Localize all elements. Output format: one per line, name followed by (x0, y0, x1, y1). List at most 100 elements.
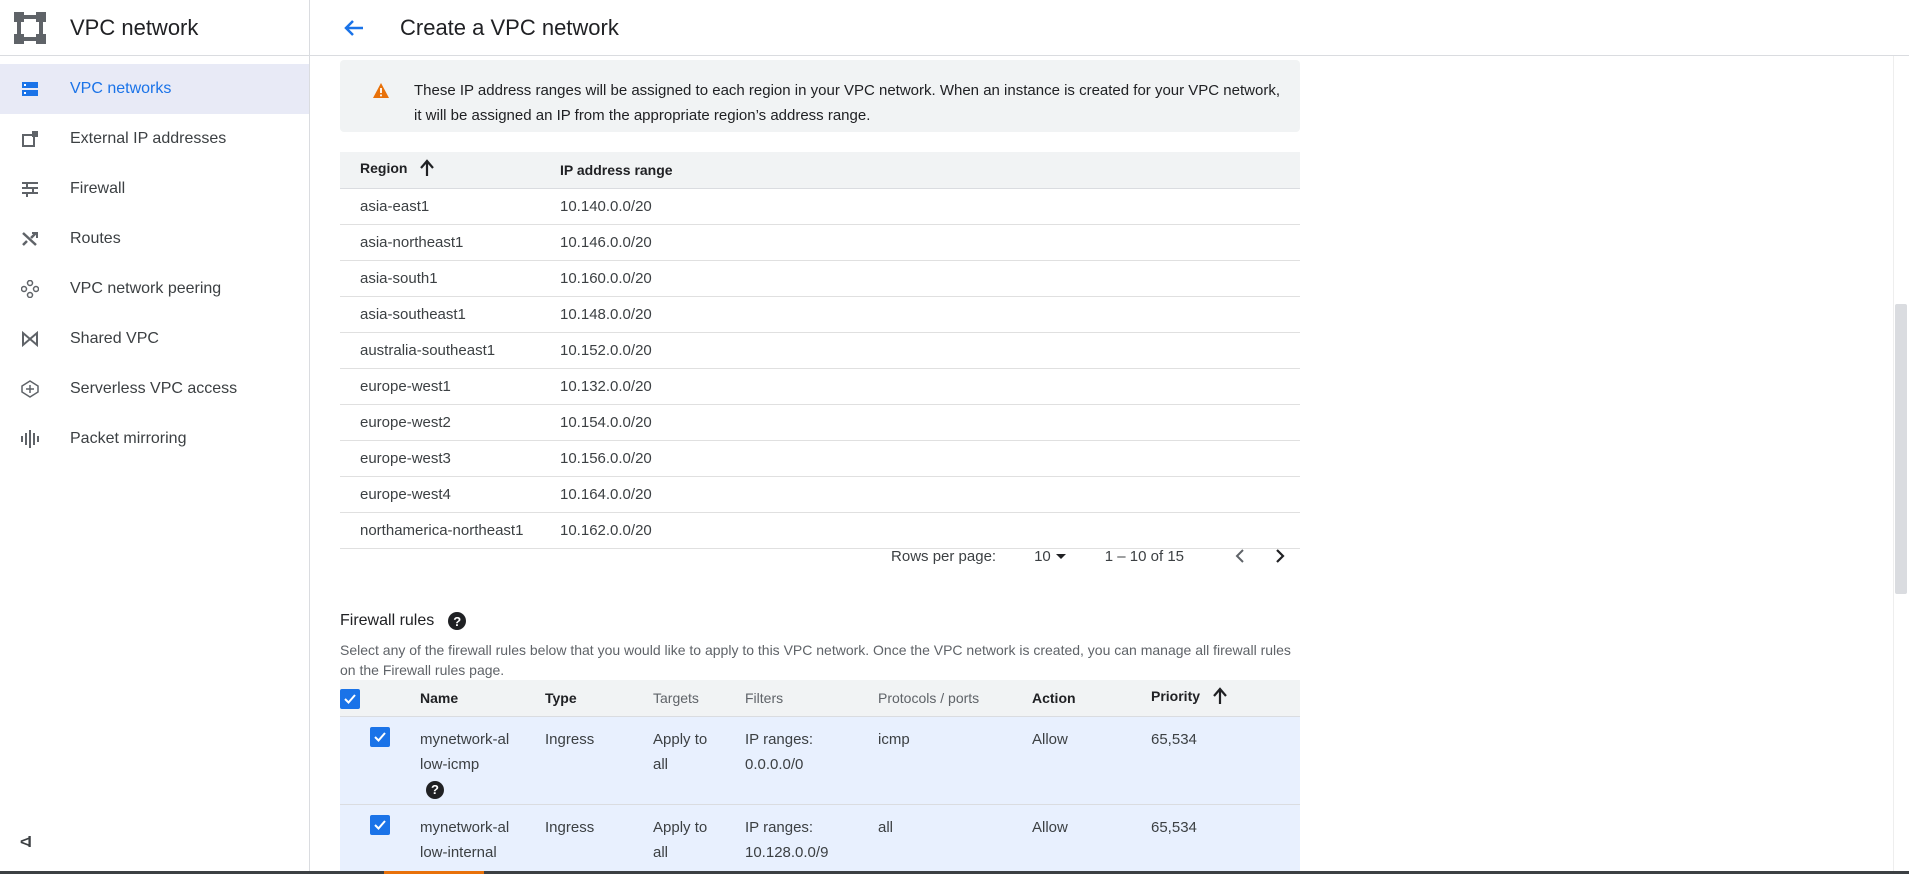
collapse-sidebar-button[interactable]: <I (20, 834, 32, 852)
dropdown-arrow-icon (1055, 554, 1066, 559)
page-header: Create a VPC network (310, 0, 1909, 56)
app-root: VPC network VPC networks External IP add… (0, 0, 1909, 874)
banner-text: These IP address ranges will be assigned… (414, 82, 1281, 124)
column-header-ip-range: IP address range (560, 152, 1300, 189)
rule-filters: IP ranges: 0.0.0.0/0 (745, 716, 878, 805)
region-cell: asia-south1 (340, 260, 560, 297)
column-header-label: Priority (1151, 688, 1201, 705)
sidebar-item-label: Serverless VPC access (70, 380, 238, 397)
region-cell: europe-west4 (340, 476, 560, 513)
chevron-left-icon (1235, 549, 1244, 563)
info-banner: These IP address ranges will be assigned… (340, 60, 1300, 132)
rule-targets: Apply to all (653, 804, 745, 874)
chevron-right-icon (1276, 549, 1285, 563)
table-row: asia-northeast1 10.146.0.0/20 (340, 224, 1300, 261)
table-row: australia-southeast1 10.152.0.0/20 (340, 332, 1300, 369)
external-ip-icon (20, 129, 40, 149)
rule-name: mynetwork-allow-icmp (420, 730, 510, 773)
vpc-logo-icon (12, 10, 48, 46)
row-checkbox[interactable] (370, 814, 390, 835)
sidebar-item-label: Firewall (70, 180, 126, 197)
sidebar-item-label: VPC network peering (70, 280, 222, 297)
region-cell: asia-east1 (340, 188, 560, 225)
sidebar-item-label: VPC networks (70, 80, 172, 97)
sidebar-item-shared-vpc[interactable]: Shared VPC (0, 314, 309, 364)
vpc-networks-icon (20, 79, 40, 99)
ip-range-cell: 10.140.0.0/20 (560, 188, 1300, 225)
back-button[interactable] (334, 8, 374, 48)
next-page-button[interactable] (1260, 536, 1300, 576)
table-row: europe-west3 10.156.0.0/20 (340, 440, 1300, 477)
page-title: Create a VPC network (400, 14, 619, 40)
vertical-scrollbar[interactable] (1893, 56, 1909, 874)
row-select-cell (340, 804, 420, 874)
column-header-filters: Filters (745, 680, 878, 717)
sidebar-item-packet-mirroring[interactable]: Packet mirroring (0, 414, 309, 464)
routes-icon (20, 229, 40, 249)
help-icon[interactable]: ? (448, 612, 467, 630)
region-cell: europe-west3 (340, 440, 560, 477)
table-row: europe-west1 10.132.0.0/20 (340, 368, 1300, 405)
column-header-region[interactable]: Region (340, 152, 560, 189)
rule-priority: 65,534 (1151, 716, 1300, 805)
region-cell: asia-northeast1 (340, 224, 560, 261)
ip-range-cell: 10.164.0.0/20 (560, 476, 1300, 513)
rule-targets: Apply to all (653, 716, 745, 805)
column-header-protocols: Protocols / ports (878, 680, 1032, 717)
serverless-icon (20, 379, 40, 399)
column-header-priority[interactable]: Priority (1151, 680, 1300, 717)
firewall-rules-heading: Firewall rules ? (340, 612, 467, 630)
table-row: asia-east1 10.140.0.0/20 (340, 188, 1300, 225)
table-row: asia-south1 10.160.0.0/20 (340, 260, 1300, 297)
rule-action: Allow (1032, 716, 1151, 805)
pagination-range: 1 – 10 of 15 (1104, 547, 1184, 565)
firewall-icon (20, 179, 40, 199)
sidebar-header: VPC network (0, 0, 309, 56)
ip-range-cell: 10.152.0.0/20 (560, 332, 1300, 369)
sidebar: VPC network VPC networks External IP add… (0, 0, 310, 874)
sidebar-item-external-ip[interactable]: External IP addresses (0, 114, 309, 164)
column-header-type: Type (545, 680, 653, 717)
rule-type: Ingress (545, 716, 653, 805)
sidebar-item-peering[interactable]: VPC network peering (0, 264, 309, 314)
pagination: Rows per page: 10 1 – 10 of 15 (340, 536, 1300, 576)
column-header-action: Action (1032, 680, 1151, 717)
rule-protocols: icmp (878, 716, 1032, 805)
help-icon[interactable]: ? (426, 780, 444, 799)
sidebar-item-label: Shared VPC (70, 330, 159, 347)
rule-type: Ingress (545, 804, 653, 874)
rows-per-page-select[interactable]: 10 (1034, 546, 1071, 566)
sidebar-item-firewall[interactable]: Firewall (0, 164, 309, 214)
region-ip-table: Region IP address range asia-east1 10.140… (340, 152, 1300, 549)
packet-mirroring-icon (20, 429, 40, 449)
region-cell: asia-southeast1 (340, 296, 560, 333)
sidebar-item-label: External IP addresses (70, 130, 227, 147)
sort-ascending-icon[interactable] (419, 159, 435, 180)
sidebar-item-serverless[interactable]: Serverless VPC access (0, 364, 309, 414)
firewall-rules-title: Firewall rules (340, 612, 435, 629)
scrollbar-thumb[interactable] (1895, 304, 1907, 594)
firewall-rules-table: Name Type Targets Filters Protocols / po… (340, 680, 1300, 874)
previous-page-button[interactable] (1220, 536, 1260, 576)
sort-ascending-icon[interactable] (1212, 687, 1228, 708)
region-cell: australia-southeast1 (340, 332, 560, 369)
column-header-name: Name (420, 680, 545, 717)
rule-name: mynetwork-allow-internal (420, 818, 510, 861)
column-header-label: Region (360, 160, 408, 177)
sidebar-item-routes[interactable]: Routes (0, 214, 309, 264)
sidebar-item-vpc-networks[interactable]: VPC networks (0, 64, 309, 114)
table-row: mynetwork-allow-icmp ? Ingress Apply to … (340, 716, 1300, 805)
select-all-checkbox[interactable] (340, 688, 360, 709)
rule-action: Allow (1032, 804, 1151, 874)
row-checkbox[interactable] (370, 726, 390, 747)
rule-filters: IP ranges: 10.128.0.0/9 (745, 804, 878, 874)
sidebar-nav: VPC networks External IP addresses Firew… (0, 64, 309, 464)
main-content: These IP address ranges will be assigned… (310, 56, 1893, 874)
select-all-header (340, 680, 420, 717)
rule-protocols: all (878, 804, 1032, 874)
peering-icon (20, 279, 40, 299)
ip-range-cell: 10.156.0.0/20 (560, 440, 1300, 477)
rows-per-page-value: 10 (1034, 547, 1051, 565)
table-row: europe-west2 10.154.0.0/20 (340, 404, 1300, 441)
ip-range-cell: 10.160.0.0/20 (560, 260, 1300, 297)
